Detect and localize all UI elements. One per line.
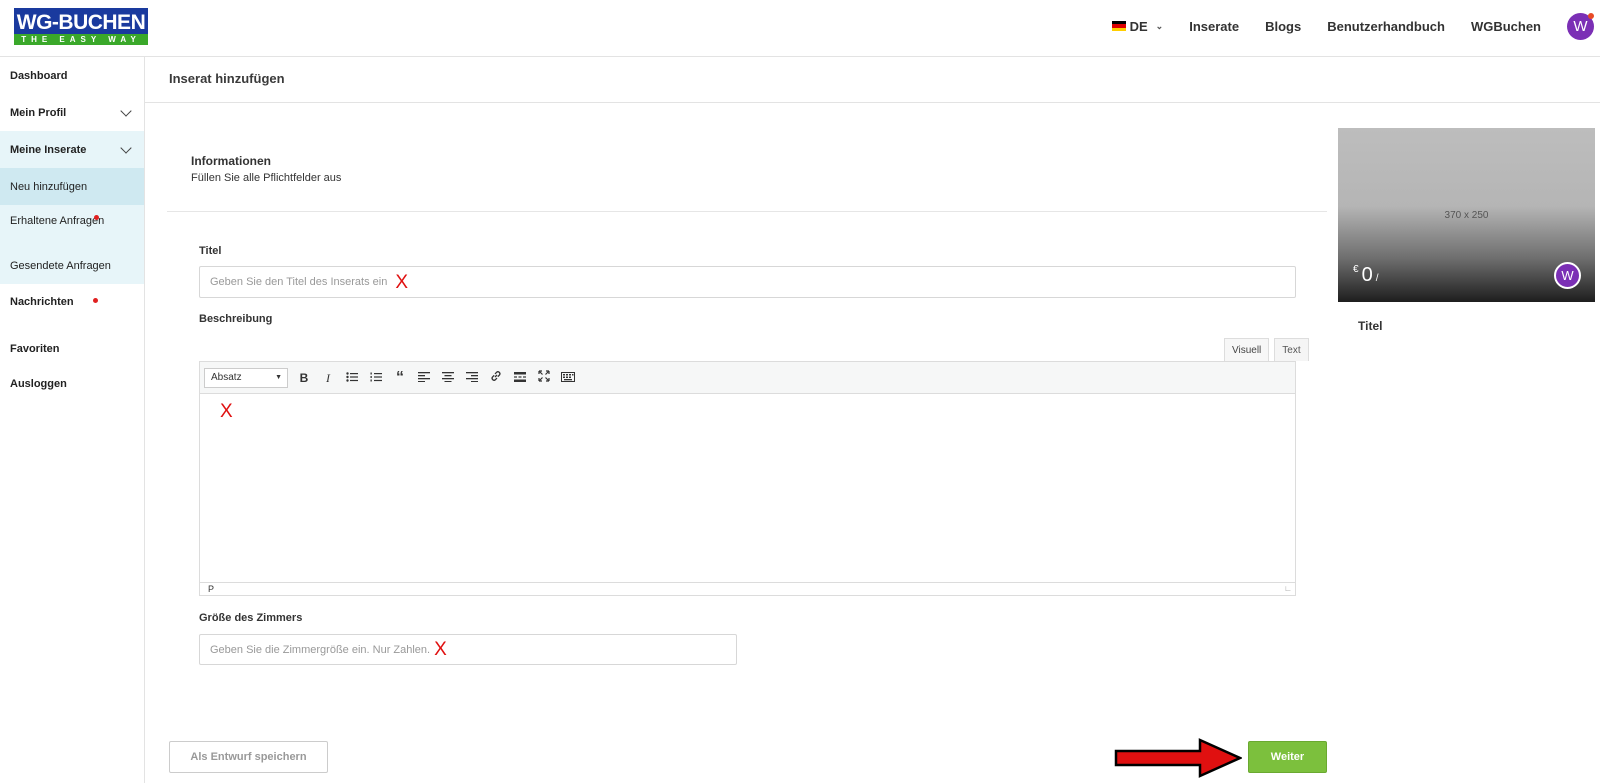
logo[interactable]: WG-BUCHEN THE EASY WAY	[14, 8, 148, 45]
bullet-list-icon[interactable]	[340, 366, 364, 390]
sidebar-item-mein-profil[interactable]: Mein Profil	[0, 94, 144, 131]
editor-status-bar: P ∟	[200, 582, 1295, 596]
divider	[167, 211, 1327, 212]
sidebar-item-label: Meine Inserate	[10, 143, 87, 156]
chevron-down-icon: ⌄	[1155, 20, 1164, 31]
read-more-icon[interactable]	[508, 366, 532, 390]
editor-toolbar: Absatz ▼ B I “	[200, 362, 1295, 394]
numbered-list-icon[interactable]	[364, 366, 388, 390]
sidebar-item-label: Ausloggen	[10, 377, 67, 390]
italic-icon[interactable]: I	[316, 366, 340, 390]
nav-link-inserate[interactable]: Inserate	[1189, 19, 1239, 34]
sidebar-item-meine-inserate[interactable]: Meine Inserate	[0, 131, 144, 168]
tab-text[interactable]: Text	[1274, 338, 1309, 361]
top-bar: WG-BUCHEN THE EASY WAY DE ⌄ Inserate Blo…	[0, 0, 1600, 57]
editor-path: P	[208, 584, 215, 594]
top-nav: DE ⌄ Inserate Blogs Benutzerhandbuch WGB…	[1111, 0, 1600, 52]
preview-image: 370 x 250 €0/ W	[1338, 128, 1595, 302]
dropdown-arrow-icon: ▼	[275, 373, 282, 381]
page-header: Inserat hinzufügen	[145, 57, 1600, 103]
tab-visual[interactable]: Visuell	[1224, 338, 1270, 361]
notification-dot	[1588, 12, 1594, 19]
sidebar-item-label: Nachrichten	[10, 296, 74, 308]
sidebar-item-gesendete-anfragen[interactable]: Gesendete Anfragen	[0, 248, 144, 284]
error-mark: X	[220, 401, 233, 422]
format-select[interactable]: Absatz ▼	[204, 367, 288, 388]
bold-icon[interactable]: B	[292, 366, 316, 390]
resize-handle-icon[interactable]: ∟	[1284, 582, 1292, 595]
sidebar-item-nachrichten[interactable]: Nachrichten	[0, 284, 144, 327]
price-value: 0	[1361, 264, 1373, 286]
align-left-icon[interactable]	[412, 366, 436, 390]
description-editor: Absatz ▼ B I “ X P ∟	[199, 361, 1296, 596]
sidebar-item-dashboard[interactable]: Dashboard	[0, 57, 144, 94]
room-size-input[interactable]: Geben Sie die Zimmergröße ein. Nur Zahle…	[199, 634, 737, 665]
preview-avatar: W	[1554, 262, 1581, 289]
description-label: Beschreibung	[199, 313, 273, 325]
error-mark: X	[395, 271, 409, 293]
align-center-icon[interactable]	[436, 366, 460, 390]
sidebar: Dashboard Mein Profil Meine Inserate Neu…	[0, 57, 145, 783]
format-select-value: Absatz	[211, 371, 242, 383]
section-title: Informationen	[191, 154, 271, 168]
sidebar-item-label: Gesendete Anfragen	[10, 260, 111, 272]
title-label: Titel	[199, 245, 222, 257]
sidebar-item-label: Favoriten	[10, 343, 60, 355]
blockquote-icon[interactable]: “	[388, 366, 412, 390]
preview-title: Titel	[1358, 319, 1383, 333]
sidebar-item-erhaltene-anfragen[interactable]: Erhaltene Anfragen	[0, 205, 144, 248]
room-size-label: Größe des Zimmers	[199, 612, 303, 624]
save-draft-button[interactable]: Als Entwurf speichern	[169, 741, 328, 773]
preview-price: €0/	[1353, 264, 1378, 287]
sidebar-item-label: Neu hinzufügen	[10, 180, 88, 193]
sidebar-item-label: Erhaltene Anfragen	[10, 215, 105, 227]
section-subtitle: Füllen Sie alle Pflichtfelder aus	[191, 172, 342, 184]
user-avatar[interactable]: W	[1567, 12, 1594, 40]
title-input[interactable]: Geben Sie den Titel des Inserats ein X	[199, 266, 1296, 298]
fullscreen-icon[interactable]	[532, 366, 556, 390]
logo-text: WG-BUCHEN	[14, 8, 148, 34]
chevron-down-icon	[120, 142, 132, 154]
sidebar-item-neu-hinzufuegen[interactable]: Neu hinzufügen	[0, 168, 144, 205]
chevron-down-icon	[120, 105, 132, 117]
price-suffix: /	[1375, 273, 1379, 284]
sidebar-item-favoriten[interactable]: Favoriten	[0, 327, 144, 365]
language-label: DE	[1129, 18, 1148, 34]
next-button[interactable]: Weiter	[1248, 741, 1327, 773]
keyboard-icon[interactable]	[556, 366, 580, 390]
unread-dot	[93, 298, 98, 303]
language-switcher[interactable]: DE ⌄	[1111, 18, 1164, 34]
sidebar-item-ausloggen[interactable]: Ausloggen	[0, 365, 144, 402]
logo-tagline: THE EASY WAY	[14, 34, 148, 45]
unread-dot	[94, 215, 99, 220]
sidebar-item-label: Dashboard	[10, 69, 68, 82]
link-icon[interactable]	[484, 366, 508, 390]
image-size-label: 370 x 250	[1444, 210, 1489, 221]
title-placeholder: Geben Sie den Titel des Inserats ein	[210, 276, 388, 288]
currency-symbol: €	[1353, 264, 1359, 275]
editor-tabs: Visuell Text	[1219, 338, 1309, 361]
sidebar-item-label: Mein Profil	[10, 106, 67, 119]
error-mark: X	[434, 639, 447, 660]
page-title: Inserat hinzufügen	[169, 71, 285, 86]
nav-link-wgbuchen[interactable]: WGBuchen	[1471, 19, 1541, 34]
avatar-initial: W	[1573, 17, 1588, 35]
editor-content-area[interactable]: X	[200, 394, 1295, 582]
room-size-placeholder: Geben Sie die Zimmergröße ein. Nur Zahle…	[210, 643, 431, 656]
nav-link-blogs[interactable]: Blogs	[1265, 19, 1301, 34]
align-right-icon[interactable]	[460, 366, 484, 390]
nav-link-benutzerhandbuch[interactable]: Benutzerhandbuch	[1327, 19, 1445, 34]
red-arrow-annotation	[1114, 738, 1242, 778]
german-flag-icon	[1111, 21, 1126, 31]
